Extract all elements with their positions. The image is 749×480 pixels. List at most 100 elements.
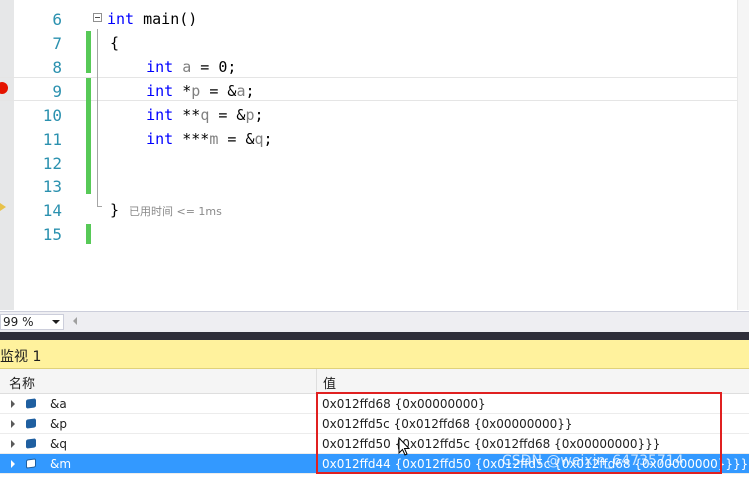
code-line[interactable]: 12 [0,151,749,175]
code-line[interactable]: 14 } [0,198,749,222]
watch-row[interactable]: &a 0x012ffd68 {0x00000000} [0,394,749,414]
line-number: 11 [42,130,62,149]
change-bar [86,224,91,244]
keyword-token: int [146,82,174,100]
keyword-token: int [146,58,174,76]
fold-guide [97,29,98,207]
keyword-token: int [107,10,135,28]
line-number: 15 [42,225,62,244]
keyword-token: int [146,106,174,124]
chevron-down-icon[interactable] [52,320,60,324]
expand-icon[interactable] [11,440,15,448]
code-text: int main() [107,10,197,28]
watch-panel-title: 监视 1 [0,349,42,365]
watermark-text: CSDN @weixin_64735714 [502,453,684,469]
watch-row-name[interactable]: &q [50,437,67,451]
identifier-token: q [200,106,210,124]
code-text: int *p = &a; [110,82,255,100]
code-token: { [110,34,120,52]
code-line[interactable]: 10 int **q = &p; [0,103,749,127]
watch-row-value[interactable]: 0x012ffd50 {0x012ffd5c {0x012ffd68 {0x00… [322,437,660,451]
line-number: 9 [52,82,62,101]
collapse-icon[interactable] [93,13,102,22]
code-text: } [110,201,119,219]
change-bar [86,31,91,73]
line-number: 12 [42,154,62,173]
line-number: 14 [42,201,62,220]
code-line[interactable]: 11 int ***m = &q; [0,127,749,151]
code-line[interactable]: 8 int a = 0; [0,55,749,79]
identifier-token: p [245,106,255,124]
line-number: 10 [42,106,62,125]
panel-splitter[interactable] [0,332,749,340]
code-token: = & [218,130,255,148]
watch-row-name[interactable]: &a [50,397,67,411]
code-line[interactable]: 13 [0,174,749,198]
fold-guide-end [97,206,102,207]
expand-icon[interactable] [11,400,15,408]
editor-status-bar: 99 % [0,311,749,332]
code-text: int ***m = &q; [110,130,273,148]
watch-panel-title-bar[interactable]: 监视 1 [0,340,749,369]
zoom-dropdown[interactable]: 99 % [0,314,64,330]
column-header-name[interactable]: 名称 [9,373,35,392]
code-token: * [173,82,192,100]
code-token: main() [134,10,198,28]
ide-window: 6 int main() 7 { 8 int a = 0; 9 int *p =… [0,0,749,480]
code-token: *** [173,130,210,148]
column-divider [316,434,317,454]
watch-column-header: 名称 值 [0,369,749,394]
code-token: ; [245,82,255,100]
code-text: { [110,34,119,52]
elapsed-time-hint: 已用时间 <= 1ms [129,205,222,218]
line-number: 7 [52,34,62,53]
watch-row-value[interactable]: 0x012ffd68 {0x00000000} [322,397,486,411]
code-token: = 0; [191,58,237,76]
code-token: ** [173,106,201,124]
variable-icon [26,458,36,469]
column-divider[interactable] [316,369,317,393]
line-number: 8 [52,58,62,77]
variable-icon [26,398,36,409]
line-number: 6 [52,10,62,29]
watch-row-name[interactable]: &p [50,417,67,431]
code-token: = & [209,106,246,124]
code-token: } [110,201,120,219]
execution-pointer-icon[interactable] [0,201,6,213]
identifier-token: q [254,130,264,148]
scroll-left-icon[interactable] [73,317,77,325]
code-line-current[interactable]: 9 int *p = &a; [0,77,749,101]
line-number: 13 [42,177,62,196]
code-text: int a = 0; [110,58,236,76]
column-divider [316,414,317,434]
code-line[interactable]: 7 { [0,31,749,55]
identifier-token: a [182,58,192,76]
code-editor[interactable]: 6 int main() 7 { 8 int a = 0; 9 int *p =… [0,0,749,310]
vertical-scrollbar[interactable] [737,0,749,310]
variable-icon [26,438,36,449]
keyword-token: int [146,130,174,148]
watch-row-value[interactable]: 0x012ffd5c {0x012ffd68 {0x00000000}} [322,417,573,431]
code-line[interactable]: 15 [0,222,749,246]
code-line[interactable]: 6 int main() [0,7,749,31]
variable-icon [26,418,36,429]
zoom-value: 99 % [3,315,34,329]
watch-row[interactable]: &p 0x012ffd5c {0x012ffd68 {0x00000000}} [0,414,749,434]
column-header-value[interactable]: 值 [323,373,336,392]
code-text: int **q = &p; [110,106,264,124]
watch-row-name[interactable]: &m [50,457,71,471]
column-divider [316,394,317,414]
code-token: ; [254,106,264,124]
identifier-token: p [191,82,201,100]
code-token: ; [263,130,273,148]
change-bar [86,78,91,194]
expand-icon[interactable] [11,460,15,468]
expand-icon[interactable] [11,420,15,428]
code-token: = & [200,82,237,100]
watch-row[interactable]: &q 0x012ffd50 {0x012ffd5c {0x012ffd68 {0… [0,434,749,454]
